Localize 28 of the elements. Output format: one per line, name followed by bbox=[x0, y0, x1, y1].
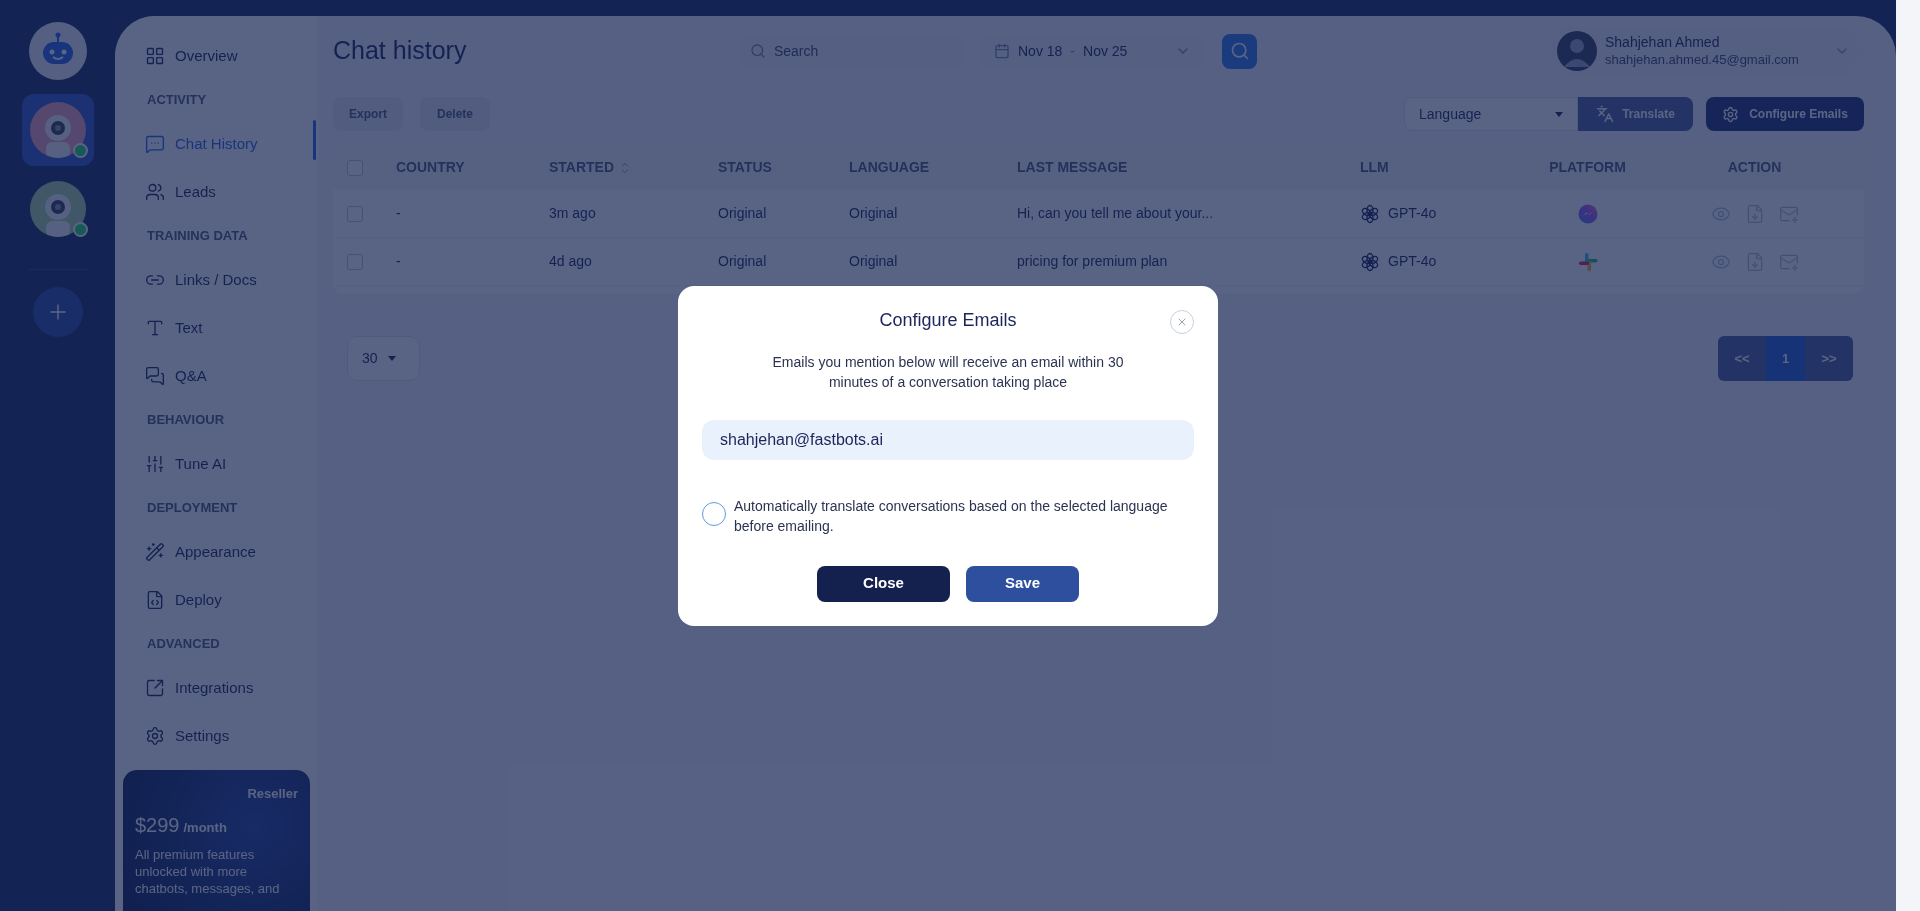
table-cell: Original bbox=[718, 253, 767, 269]
plan-period: /month bbox=[183, 818, 227, 837]
email-field[interactable]: shahjehan@fastbots.ai bbox=[702, 419, 1194, 460]
plan-price: $299 bbox=[135, 812, 180, 838]
table-cell: Original bbox=[849, 205, 898, 221]
table-cell: 4d ago bbox=[549, 253, 592, 269]
user-name: Shahjehan Ahmed bbox=[1605, 34, 1721, 51]
table-cell: Hi, can you tell me about your... bbox=[1017, 205, 1214, 221]
translate-option-label: Automatically translate conversations based on the selected language before emailing. bbox=[734, 496, 1169, 536]
table-cell: - bbox=[396, 253, 401, 269]
plan-label: Reseller bbox=[247, 785, 298, 803]
plan-description: All premium features unlocked with more chatbots, messages, and bbox=[135, 845, 281, 897]
close-dialog-button[interactable]: Close bbox=[817, 565, 950, 602]
date-start: Nov 18 bbox=[1018, 41, 1063, 61]
table-cell: pricing for premium plan bbox=[1017, 253, 1168, 269]
table-cell: - bbox=[396, 205, 401, 221]
table-cell: 3m ago bbox=[549, 205, 596, 221]
save-button[interactable]: Save bbox=[966, 565, 1079, 602]
translate-checkbox[interactable] bbox=[702, 501, 726, 526]
table-cell-text: GPT-4o bbox=[1388, 252, 1437, 271]
date-end: Nov 25 bbox=[1083, 41, 1128, 61]
dialog-title: Configure Emails bbox=[879, 308, 1017, 332]
page-title: Chat history bbox=[333, 35, 468, 67]
table-cell: Original bbox=[849, 253, 898, 269]
date-separator: - bbox=[1070, 41, 1076, 61]
table-cell: Original bbox=[718, 205, 767, 221]
table-cell-text: GPT-4o bbox=[1388, 204, 1437, 223]
dialog-description: Emails you mention below will receive an email within 30 minutes of a conversation taking place bbox=[771, 352, 1125, 392]
